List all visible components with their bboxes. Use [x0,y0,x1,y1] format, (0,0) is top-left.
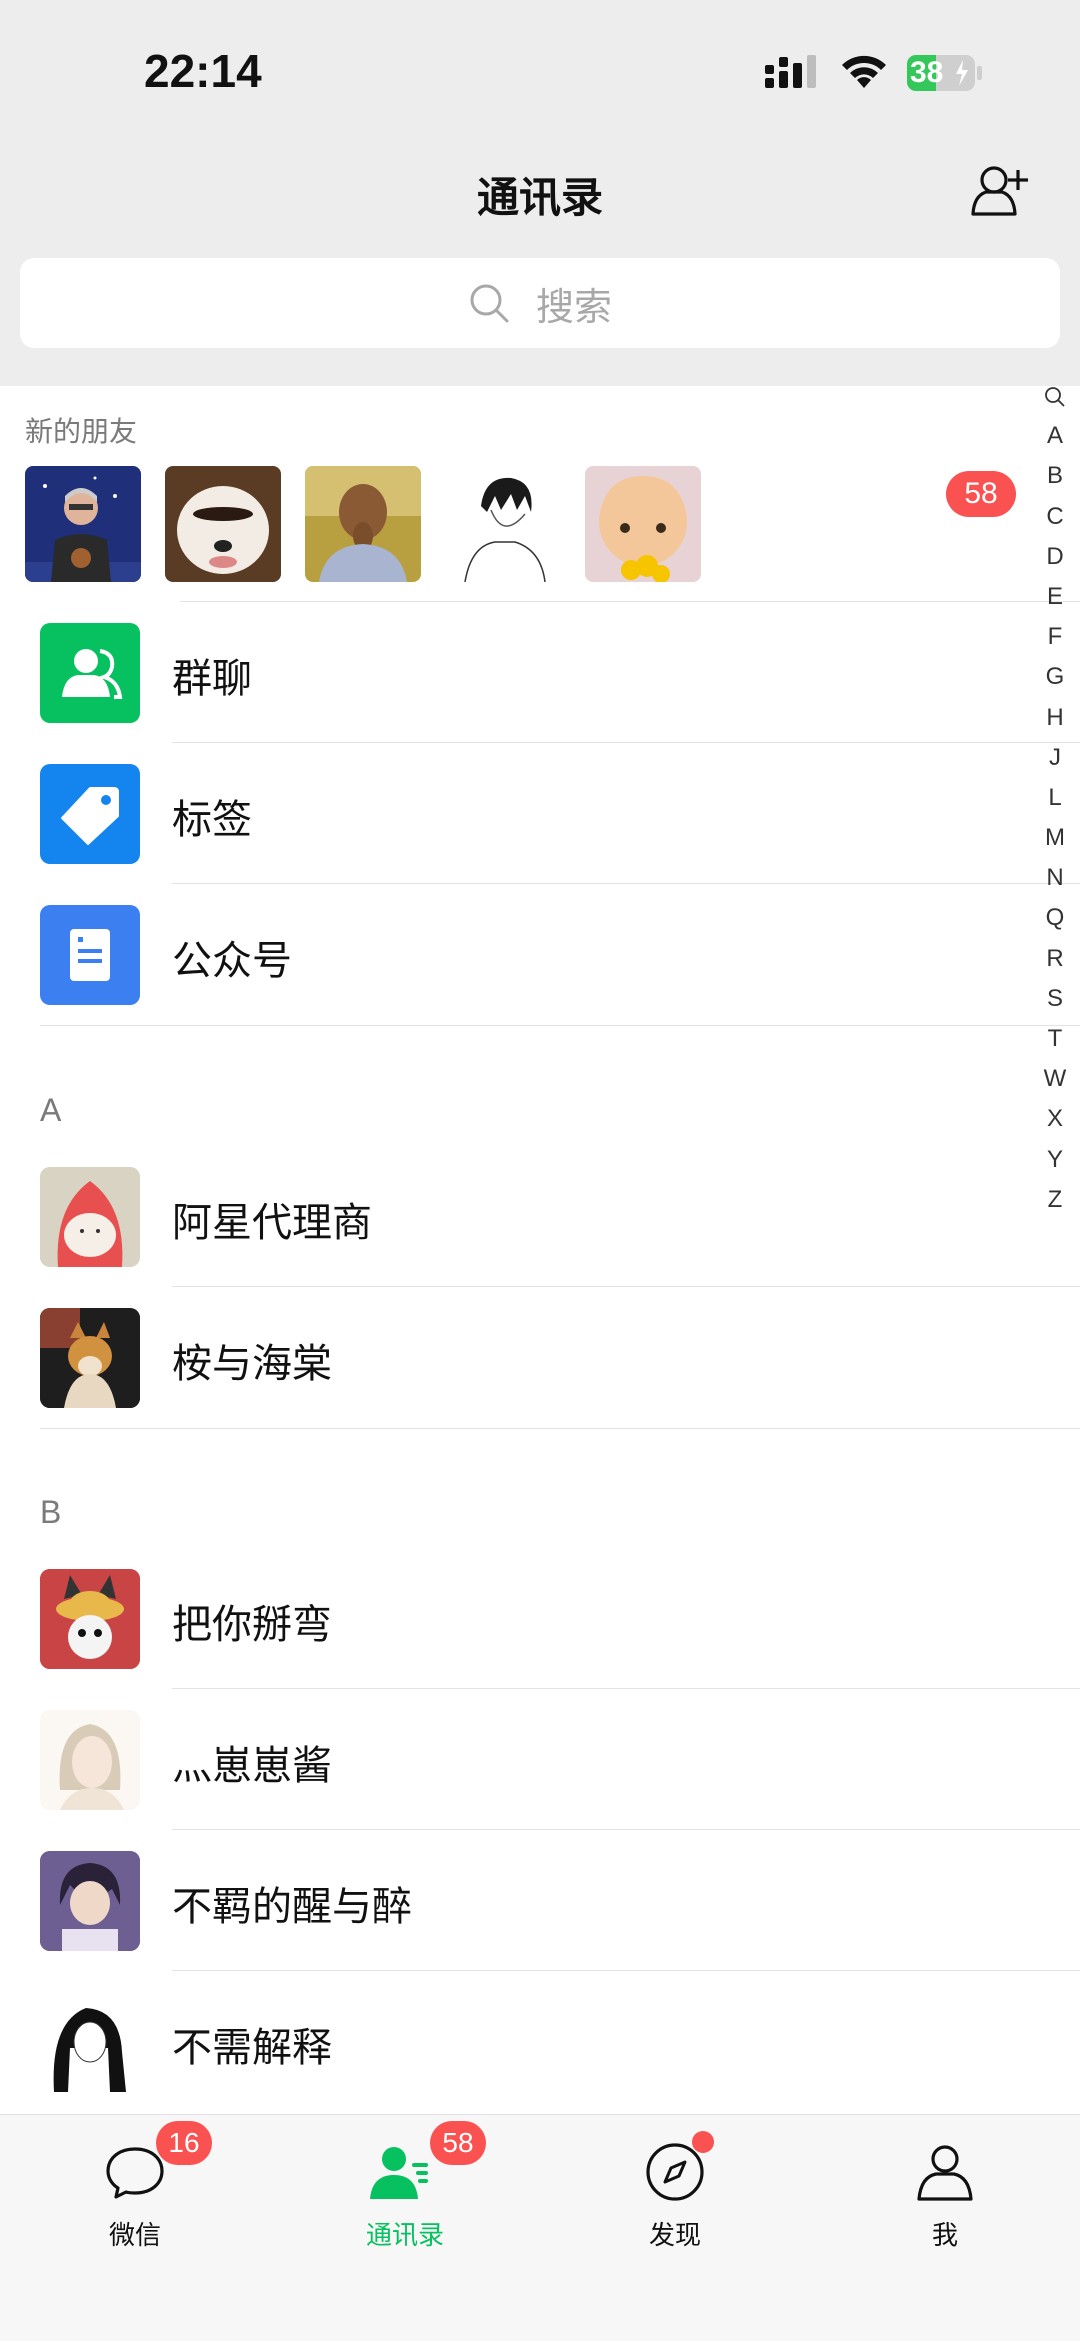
cellular-signal-icon [765,55,816,88]
battery-icon: 38 [906,54,984,92]
index-letter[interactable]: H [1040,698,1070,738]
contact-name: 阿星代理商 [172,1200,372,1246]
divider [40,1428,1080,1429]
contact-name: 不羁的醒与醉 [172,1884,412,1930]
status-bar: 22:14 38 [0,0,1080,140]
index-letter[interactable]: X [1040,1099,1070,1139]
contact-avatar [40,1308,140,1408]
index-letter[interactable]: F [1040,617,1070,657]
tab-discover[interactable]: 发现 [540,2115,810,2275]
index-letter[interactable]: M [1040,818,1070,858]
section-header-b: B [40,1494,62,1530]
contacts-list[interactable]: 新的朋友 58 群聊 标签 公众号 A 阿星代理商 桉与海棠 B 把你掰弯 灬崽… [0,386,1080,2114]
contact-avatar [40,1710,140,1810]
unread-badge: 16 [156,2121,212,2165]
new-friend-avatar[interactable] [305,466,421,582]
battery-level: 38 [910,56,944,89]
contact-row[interactable]: 不需解释 [0,1971,1080,2112]
index-letter[interactable]: L [1040,778,1070,818]
add-contact-icon[interactable] [970,162,1032,218]
index-letter[interactable]: J [1040,738,1070,778]
tab-label: 发现 [648,2221,701,2251]
tags-label: 标签 [172,797,252,843]
index-letter[interactable]: Z [1040,1180,1070,1220]
page-title: 通讯录 [476,173,603,222]
new-friends-tab-badge: 58 [430,2121,486,2165]
group-chat-label: 群聊 [172,656,252,702]
tab-bar: 微信 16 通讯录 58 发现 我 [0,2114,1080,2341]
contact-name: 灬崽崽酱 [172,1743,332,1789]
new-friend-avatar[interactable] [585,466,701,582]
official-account-icon [40,905,140,1005]
new-friends-label: 新的朋友 [25,415,138,448]
new-friend-avatar[interactable] [445,466,561,582]
contact-avatar [40,1851,140,1951]
divider [40,1025,1080,1026]
search-placeholder: 搜索 [535,284,612,329]
index-letter[interactable]: G [1040,657,1070,697]
search-bar[interactable]: 搜索 [20,258,1060,348]
tab-label: 通讯录 [365,2221,444,2251]
tab-contacts[interactable]: 通讯录 [270,2115,540,2275]
alphabet-index[interactable]: ABCDEFGHJLMNQRSTWXYZ [1040,376,1070,1220]
index-letter[interactable]: B [1040,456,1070,496]
tag-icon [40,764,140,864]
tab-me[interactable]: 我 [810,2115,1080,2275]
index-letter[interactable]: S [1040,979,1070,1019]
person-icon [917,2145,973,2201]
contact-name: 桉与海棠 [172,1341,332,1387]
tab-chats[interactable]: 微信 [0,2115,270,2275]
index-letter[interactable]: R [1040,939,1070,979]
header: 通讯录 [0,150,1080,230]
contact-row[interactable]: 桉与海棠 [0,1287,1080,1428]
official-accounts-label: 公众号 [172,938,292,984]
group-chat-icon [40,623,140,723]
discover-dot-badge [692,2131,714,2153]
contact-avatar [40,1167,140,1267]
contact-name: 不需解释 [172,2025,332,2071]
contact-avatar [40,1569,140,1669]
new-friend-avatar[interactable] [165,466,281,582]
status-time: 22:14 [144,45,262,97]
index-letter[interactable]: E [1040,577,1070,617]
contact-row[interactable]: 灬崽崽酱 [0,1689,1080,1830]
search-icon [470,284,509,323]
contact-row[interactable]: 不羁的醒与醉 [0,1830,1080,1971]
official-accounts-row[interactable]: 公众号 [0,884,1080,1025]
index-letter[interactable]: W [1040,1059,1070,1099]
contact-avatar [40,1992,140,2092]
index-letter[interactable]: N [1040,858,1070,898]
index-letter[interactable]: Y [1040,1140,1070,1180]
contact-row[interactable]: 把你掰弯 [0,1548,1080,1689]
new-friends-badge: 58 [946,471,1016,517]
index-letter[interactable]: C [1040,497,1070,537]
contact-row[interactable]: 阿星代理商 [0,1146,1080,1287]
tab-label: 我 [931,2221,958,2251]
new-friend-avatar[interactable] [25,466,141,582]
index-letter[interactable]: D [1040,537,1070,577]
tab-label: 微信 [108,2221,161,2251]
wifi-icon [842,55,886,88]
group-chat-row[interactable]: 群聊 [0,602,1080,743]
index-letter[interactable]: Q [1040,898,1070,938]
index-letter[interactable]: A [1040,416,1070,456]
index-search-icon[interactable] [1040,376,1070,416]
section-header-a: A [40,1092,62,1128]
contact-name: 把你掰弯 [172,1602,332,1648]
contacts-icon [370,2147,428,2199]
index-letter[interactable]: T [1040,1019,1070,1059]
tags-row[interactable]: 标签 [0,743,1080,884]
